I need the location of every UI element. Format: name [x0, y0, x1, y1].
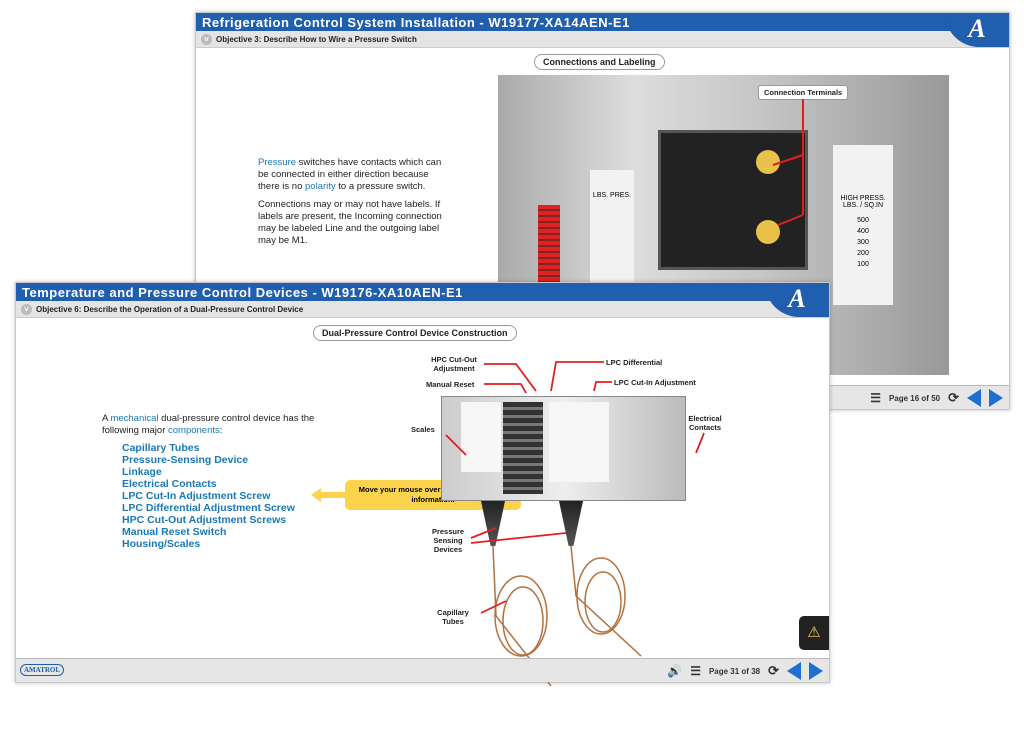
text-run: :: [219, 425, 223, 436]
amatrol-logo: AMATROL: [20, 664, 65, 676]
component-link[interactable]: Electrical Contacts: [122, 478, 295, 490]
component-link[interactable]: Capillary Tubes: [122, 442, 295, 454]
highlight-link[interactable]: Pressure: [258, 157, 296, 168]
body-text: Pressure switches have contacts which ca…: [258, 157, 443, 247]
label-capillary-tubes: Capillary Tubes: [437, 608, 469, 626]
chevron-down-icon[interactable]: ˅: [201, 34, 212, 45]
page-indicator: Page 31 of 38: [708, 666, 761, 676]
label-electrical-contacts: Electrical Contacts: [688, 414, 722, 432]
next-button[interactable]: [809, 662, 823, 680]
window-title: Temperature and Pressure Control Devices…: [16, 283, 829, 301]
label-manual-reset: Manual Reset: [426, 380, 475, 389]
paragraph-1: Pressure switches have contacts which ca…: [258, 157, 443, 193]
highlight-link[interactable]: polarity: [305, 181, 336, 192]
component-link[interactable]: Manual Reset Switch: [122, 526, 295, 538]
highlight-link[interactable]: components: [168, 425, 220, 436]
menu-icon[interactable]: ☰: [690, 664, 701, 678]
previous-button[interactable]: [967, 389, 981, 407]
component-links: Capillary Tubes Pressure-Sensing Device Li…: [122, 442, 295, 550]
tooltip-arrow-icon: [311, 488, 347, 502]
audio-icon[interactable]: 🔊: [667, 664, 682, 678]
component-link[interactable]: LPC Cut-In Adjustment Screw: [122, 490, 295, 502]
component-link[interactable]: LPC Differential Adjustment Screw: [122, 502, 295, 514]
objective-bar[interactable]: ˅ Objective 6: Describe the Operation of …: [16, 301, 829, 318]
label-pressure-sensing: Pressure Sensing Devices: [431, 527, 465, 554]
paragraph-2: Connections may or may not have labels. …: [258, 199, 442, 246]
refresh-icon[interactable]: ⟳: [768, 663, 779, 679]
refresh-icon[interactable]: ⟳: [948, 390, 959, 406]
objective-bar[interactable]: ˅ Objective 3: Describe How to Wire a Pre…: [196, 31, 1009, 48]
intro-text: A mechanical dual-pressure control devic…: [102, 413, 317, 437]
section-title: Dual-Pressure Control Device Constructio…: [313, 325, 517, 341]
next-button[interactable]: [989, 389, 1003, 407]
footer-bar: AMATROL 🔊 ☰ Page 31 of 38 ⟳: [16, 658, 829, 682]
label-lpc-cutin: LPC Cut-In Adjustment: [614, 378, 696, 387]
component-link[interactable]: Pressure-Sensing Device: [122, 454, 295, 466]
previous-button[interactable]: [787, 662, 801, 680]
highlight-link[interactable]: mechanical: [110, 413, 158, 424]
label-lpc-differential: LPC Differential: [606, 358, 663, 367]
front-window: Temperature and Pressure Control Devices…: [15, 282, 830, 687]
dual-pressure-device-image: [441, 396, 686, 746]
menu-icon[interactable]: ☰: [870, 391, 881, 405]
window-title: Refrigeration Control System Installatio…: [196, 13, 1009, 31]
section-title: Connections and Labeling: [534, 54, 665, 70]
component-link[interactable]: Housing/Scales: [122, 538, 295, 550]
component-link[interactable]: HPC Cut-Out Adjustment Screws: [122, 514, 295, 526]
text-run: to a pressure switch.: [335, 181, 426, 192]
component-link[interactable]: Linkage: [122, 466, 295, 478]
page-indicator: Page 16 of 50: [888, 393, 941, 403]
chevron-down-icon[interactable]: ˅: [21, 304, 32, 315]
label-scales: Scales: [411, 425, 435, 434]
warning-button[interactable]: ⚠: [799, 616, 829, 650]
label-hpc-cutout: HPC Cut-Out Adjustment: [431, 355, 477, 373]
